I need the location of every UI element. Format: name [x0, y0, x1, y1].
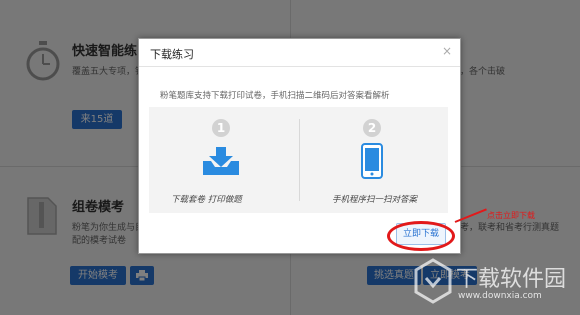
step-1-number: 1 — [212, 119, 230, 137]
step-1-label: 下载套卷 打印做题 — [171, 195, 242, 205]
download-now-button[interactable]: 立即下载 — [396, 223, 446, 245]
steps-panel: 1 下载套卷 打印做题 2 手机程序扫一扫对答案 — [149, 107, 448, 213]
step-2-label: 手机程序扫一扫对答案 — [332, 195, 418, 205]
close-icon[interactable]: × — [442, 44, 452, 58]
download-tray-icon — [203, 147, 239, 175]
dialog-header: 下载练习 × — [139, 39, 460, 67]
watermark-logo — [414, 258, 452, 304]
watermark: 下载软件园 www.downxia.com — [414, 256, 574, 308]
annotation-text: 点击立即下载 — [487, 211, 535, 220]
watermark-url: www.downxia.com — [458, 291, 542, 301]
watermark-name: 下载软件园 — [456, 267, 567, 292]
dialog-title: 下载练习 — [150, 48, 194, 61]
dialog-description: 粉笔题库支持下载打印试卷，手机扫描二维码后对答案看解析 — [160, 91, 390, 101]
mobile-phone-icon — [361, 143, 383, 179]
steps-divider — [299, 119, 300, 201]
download-dialog: 下载练习 × 粉笔题库支持下载打印试卷，手机扫描二维码后对答案看解析 1 下载套… — [138, 38, 461, 254]
step-2-number: 2 — [363, 119, 381, 137]
